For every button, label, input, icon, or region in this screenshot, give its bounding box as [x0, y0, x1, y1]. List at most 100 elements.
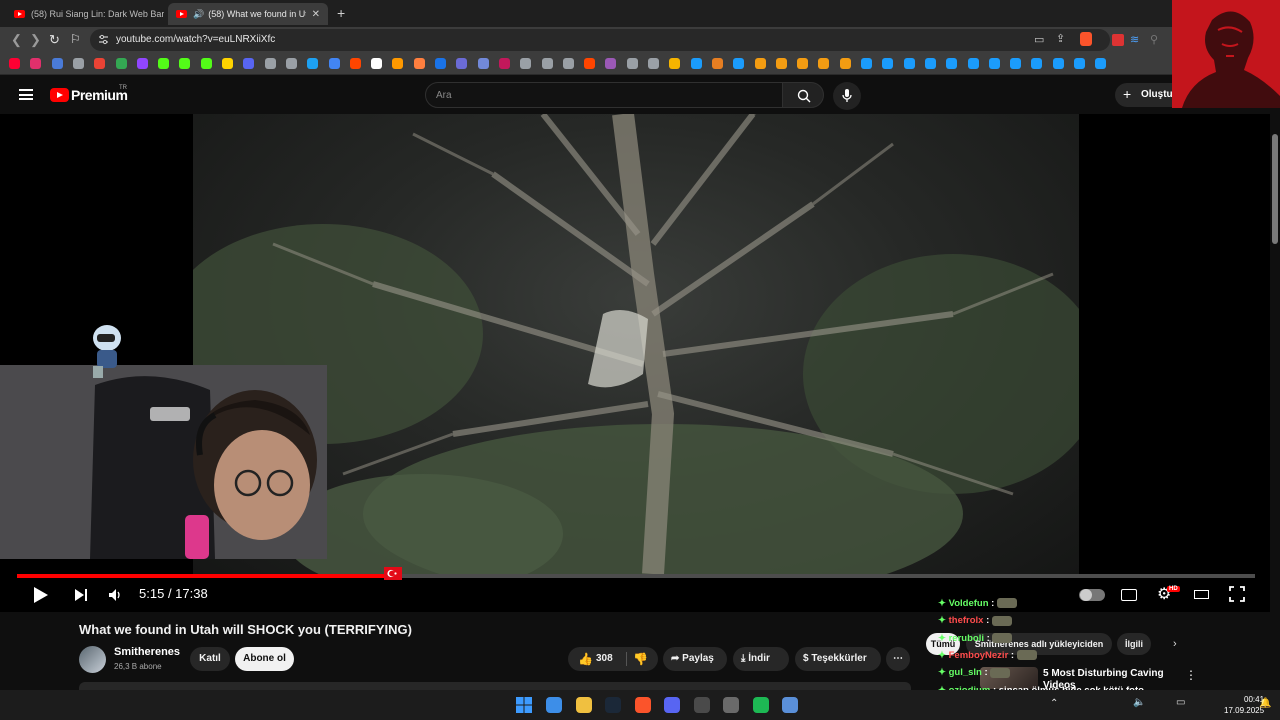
bookmark-favicon-icon[interactable] — [775, 58, 787, 69]
speaker-icon[interactable]: 🔈 — [1133, 697, 1145, 708]
thumbs-up-icon[interactable]: 👍 — [578, 647, 593, 671]
bookmark-favicon-icon[interactable] — [541, 58, 553, 69]
bookmark-favicon-icon[interactable] — [562, 58, 574, 69]
bookmark-favicon-icon[interactable] — [72, 58, 84, 69]
search-input[interactable]: Ara — [425, 82, 783, 108]
youtube-logo-icon[interactable] — [50, 88, 69, 102]
like-count[interactable]: 308 — [596, 647, 613, 671]
taskbar-app-icon[interactable] — [752, 697, 769, 713]
bookmark-favicon-icon[interactable] — [243, 58, 255, 69]
bookmark-favicon-icon[interactable] — [9, 58, 20, 69]
share-button[interactable]: ➦ Paylaş — [663, 647, 727, 671]
bookmark-favicon-icon[interactable] — [51, 58, 63, 69]
site-settings-icon[interactable] — [98, 34, 109, 45]
join-button[interactable]: Katıl — [190, 647, 230, 671]
more-vertical-icon[interactable]: ⋮ — [1185, 668, 1197, 682]
taskbar-app-icon[interactable] — [575, 697, 592, 713]
bookmark-favicon-icon[interactable] — [988, 58, 1000, 69]
bookmark-favicon-icon[interactable] — [264, 58, 276, 69]
chevron-right-icon[interactable]: › — [1173, 638, 1177, 650]
bookmark-favicon-icon[interactable] — [285, 58, 297, 69]
bookmark-favicon-icon[interactable] — [903, 58, 915, 69]
taskbar-app-icon[interactable] — [723, 697, 739, 713]
bookmark-favicon-icon[interactable] — [413, 58, 425, 69]
tab-utah-video[interactable]: 🔊 (58) What we found in Utah w ✕ — [168, 3, 328, 25]
bookmark-favicon-icon[interactable] — [435, 58, 446, 69]
download-button[interactable]: ⤓ İndir — [733, 647, 789, 671]
bookmark-favicon-icon[interactable] — [456, 58, 468, 69]
chip-related[interactable]: İlgili — [1117, 633, 1151, 655]
channel-avatar[interactable] — [79, 646, 106, 673]
bookmark-favicon-icon[interactable] — [797, 58, 809, 69]
bookmark-favicon-icon[interactable] — [200, 58, 212, 69]
bookmark-favicon-icon[interactable] — [733, 58, 745, 69]
theater-mode-icon[interactable] — [1194, 590, 1209, 599]
notification-bell-icon[interactable]: 🔔 — [1259, 698, 1271, 709]
wifi-extension-icon[interactable]: ≋ — [1130, 33, 1139, 46]
bookmark-favicon-icon[interactable] — [498, 58, 510, 69]
back-arrow-icon[interactable]: ❮ — [11, 32, 22, 48]
subscribe-button[interactable]: Abone ol — [235, 647, 294, 671]
bookmark-favicon-icon[interactable] — [115, 58, 127, 69]
volume-button[interactable] — [108, 588, 122, 607]
thumbs-down-icon[interactable]: 👎 — [633, 647, 648, 671]
bookmark-favicon-icon[interactable] — [1074, 58, 1085, 69]
bookmark-favicon-icon[interactable] — [158, 58, 170, 69]
bookmark-favicon-icon[interactable] — [1031, 58, 1043, 69]
video-player[interactable]: 5:15 / 17:38 ⚙ HD — [0, 114, 1270, 612]
reload-icon[interactable]: ↻ — [49, 32, 60, 48]
bookmark-favicon-icon[interactable] — [882, 58, 894, 69]
bookmark-favicon-icon[interactable] — [711, 58, 723, 69]
bookmark-icon[interactable]: ⚐ — [70, 32, 81, 46]
channel-name[interactable]: Smitherenes — [114, 646, 180, 658]
forward-arrow-icon[interactable]: ❯ — [30, 32, 41, 48]
bookmark-favicon-icon[interactable] — [1010, 58, 1022, 69]
taskbar-app-icon[interactable] — [546, 697, 562, 713]
brave-shield-icon[interactable] — [1080, 32, 1092, 46]
bookmark-favicon-icon[interactable] — [328, 58, 340, 69]
bookmark-favicon-icon[interactable] — [861, 58, 872, 69]
bookmark-favicon-icon[interactable] — [818, 58, 830, 69]
extension-icon[interactable] — [1112, 34, 1124, 46]
bookmark-favicon-icon[interactable] — [136, 58, 148, 69]
bookmark-favicon-icon[interactable] — [371, 58, 383, 69]
bookmark-favicon-icon[interactable] — [967, 58, 979, 69]
bookmark-favicon-icon[interactable] — [605, 58, 617, 69]
bookmark-favicon-icon[interactable] — [520, 58, 532, 69]
address-bar[interactable]: youtube.com/watch?v=euLNRXiiXfc ▭ ⇪ — [90, 29, 1110, 51]
bookmark-favicon-icon[interactable] — [477, 58, 489, 69]
page-scrollbar[interactable] — [1270, 114, 1280, 690]
next-button[interactable] — [74, 588, 88, 607]
windows-start-icon[interactable] — [516, 697, 532, 713]
bookmark-favicon-icon[interactable] — [924, 58, 936, 69]
bookmark-favicon-icon[interactable] — [1095, 58, 1107, 69]
bookmark-favicon-icon[interactable] — [690, 58, 702, 69]
taskbar-app-icon[interactable] — [782, 697, 798, 713]
scroll-thumb[interactable] — [1272, 134, 1278, 244]
bookmark-favicon-icon[interactable] — [669, 58, 681, 69]
cast-icon[interactable]: ▭ — [1034, 33, 1044, 46]
tab-rui-siang-lin[interactable]: (58) Rui Siang Lin: Dark Web Baronu — [6, 3, 164, 25]
bookmark-favicon-icon[interactable] — [584, 58, 596, 69]
bookmark-favicon-icon[interactable] — [179, 58, 191, 69]
bookmark-favicon-icon[interactable] — [222, 58, 233, 69]
fullscreen-button[interactable] — [1229, 586, 1245, 607]
bookmark-favicon-icon[interactable] — [946, 58, 958, 69]
network-icon[interactable]: ▭ — [1176, 697, 1185, 708]
bookmark-favicon-icon[interactable] — [1052, 58, 1064, 69]
bookmark-favicon-icon[interactable] — [626, 58, 638, 69]
chevron-up-icon[interactable]: ⌃ — [1050, 698, 1058, 709]
more-actions-button[interactable]: ⋯ — [886, 647, 910, 671]
taskbar-app-icon[interactable] — [634, 697, 651, 713]
extension-icon[interactable]: ⚲ — [1150, 33, 1158, 46]
share-icon[interactable]: ⇪ — [1056, 32, 1065, 45]
thanks-button[interactable]: $ Teşekkürler — [795, 647, 881, 671]
bookmark-favicon-icon[interactable] — [648, 58, 659, 69]
bookmark-favicon-icon[interactable] — [94, 58, 106, 69]
bookmark-favicon-icon[interactable] — [349, 58, 361, 69]
autoplay-toggle[interactable] — [1079, 589, 1105, 601]
voice-search-button[interactable] — [833, 82, 861, 110]
description-box[interactable] — [79, 682, 911, 690]
close-icon[interactable]: ✕ — [312, 9, 320, 20]
taskbar-app-icon[interactable] — [664, 697, 680, 713]
